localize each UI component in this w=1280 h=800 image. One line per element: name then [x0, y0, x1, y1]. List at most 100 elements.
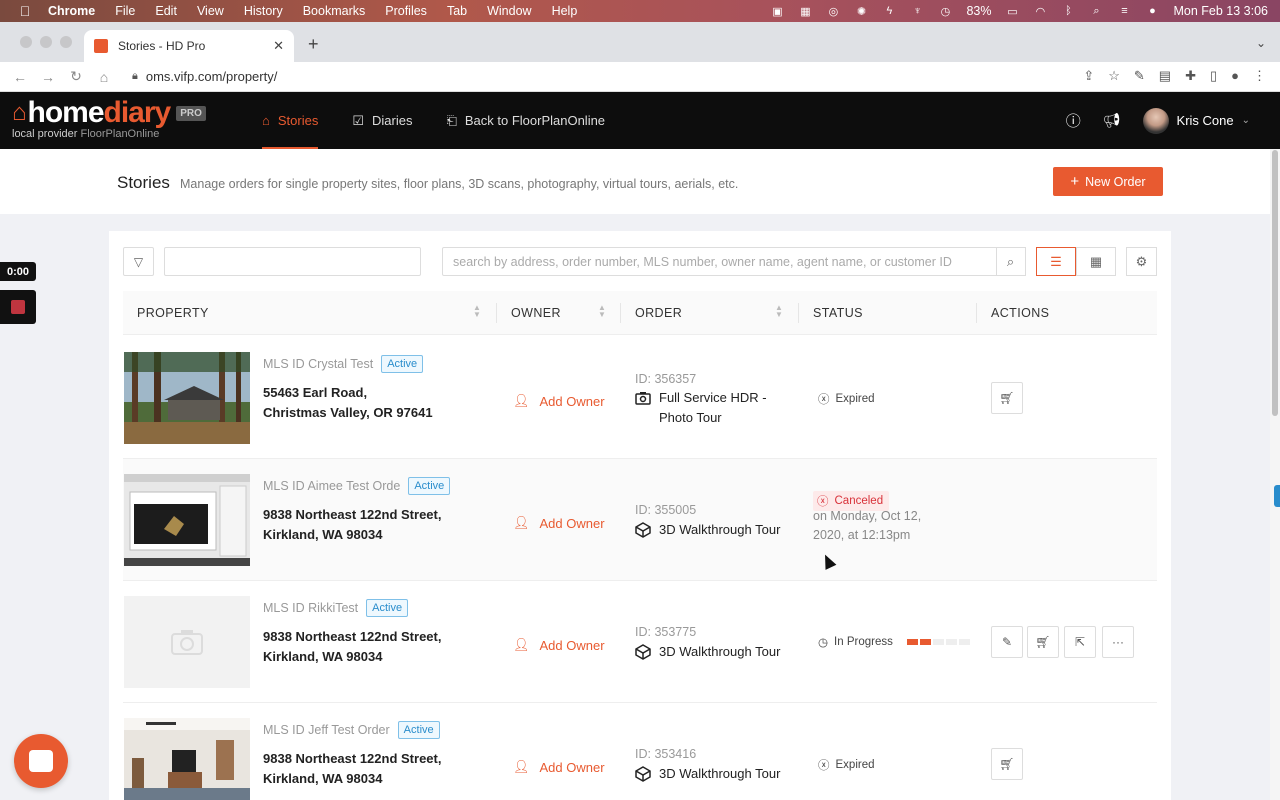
property-address[interactable]: 55463 Earl Road, Christmas Valley, OR 97… [263, 383, 433, 423]
close-tab-icon[interactable]: ✕ [273, 38, 284, 54]
url-text[interactable]: oms.vifp.com/property/ [146, 69, 278, 84]
browser-menu-icon[interactable]: ⋮ [1253, 68, 1266, 84]
order-name[interactable]: Full Service HDR - Photo Tour [635, 388, 767, 428]
menu-history[interactable]: History [244, 4, 283, 18]
add-owner-button[interactable]: 👤︎ Add Owner [513, 393, 605, 409]
search-input[interactable] [442, 247, 997, 276]
more-actions-button[interactable]: ··· [1102, 626, 1134, 658]
property-address[interactable]: 9838 Northeast 122nd Street, Kirkland, W… [263, 627, 441, 667]
header-owner[interactable]: OWNER [511, 306, 561, 320]
cart-button[interactable]: 🛒︎ [1027, 626, 1059, 658]
add-owner-button[interactable]: 👤︎ Add Owner [513, 759, 605, 775]
tab-search-chevron-icon[interactable]: ⌄ [1256, 36, 1266, 50]
property-thumbnail[interactable] [124, 352, 250, 444]
order-name[interactable]: 3D Walkthrough Tour [635, 764, 780, 784]
radio-icon[interactable]: ♆ [910, 4, 924, 18]
siri-icon[interactable]: ● [1145, 4, 1159, 18]
property-thumbnail-placeholder[interactable] [124, 596, 250, 688]
control-center-icon[interactable]: ≡ [1117, 4, 1131, 18]
bookmark-star-icon[interactable]: ☆ [1108, 68, 1120, 84]
nav-diaries[interactable]: ☑ Diaries [352, 92, 412, 149]
extensions-puzzle-icon[interactable]: ✚ [1185, 68, 1196, 84]
finder-icon[interactable]: ▣ [770, 4, 784, 18]
edit-button[interactable]: ✎ [991, 626, 1023, 658]
new-tab-icon[interactable]: + [308, 34, 319, 55]
menu-help[interactable]: Help [552, 4, 578, 18]
menubar-clock[interactable]: Mon Feb 13 3:06 [1173, 4, 1268, 18]
lock-icon[interactable]: 🔒︎ [132, 70, 138, 83]
grid-view-button[interactable]: ▦ [1076, 247, 1116, 276]
filter-button[interactable]: ▽ [123, 247, 154, 276]
table-settings-button[interactable]: ⚙ [1126, 247, 1157, 276]
help-icon[interactable]: ⓘ [1066, 110, 1081, 131]
nav-back-to-floorplanonline[interactable]: ⎗ Back to FloorPlanOnline [446, 92, 605, 149]
browser-tab-active[interactable]: Stories - HD Pro ✕ [84, 30, 294, 62]
menu-tab[interactable]: Tab [447, 4, 467, 18]
calendar-icon[interactable]: ▦ [798, 4, 812, 18]
add-owner-button[interactable]: 👤︎ Add Owner [513, 515, 605, 531]
sort-owner-icon[interactable]: ▲ ▼ [598, 304, 606, 319]
property-address[interactable]: 9838 Northeast 122nd Street, Kirkland, W… [263, 505, 441, 545]
minimize-window-button[interactable] [40, 36, 52, 48]
table-row[interactable]: MLS ID Jeff Test Order Active 9838 North… [123, 703, 1157, 800]
home-page-icon[interactable]: ⌂ [90, 69, 118, 85]
export-button[interactable]: ⇱ [1064, 626, 1096, 658]
table-row[interactable]: MLS ID Crystal Test Active 55463 Earl Ro… [123, 337, 1157, 459]
apple-icon[interactable]:  [16, 3, 34, 19]
wifi-icon[interactable]: ◠ [1033, 4, 1047, 18]
reload-icon[interactable]: ↻ [62, 68, 90, 85]
sync-icon[interactable]: ◎ [826, 4, 840, 18]
battery-icon[interactable]: ▭ [1005, 4, 1019, 18]
sort-property-icon[interactable]: ▲ ▼ [473, 304, 481, 319]
lightning-icon[interactable]: ϟ [882, 4, 896, 18]
share-icon[interactable]: ⇪ [1083, 68, 1094, 84]
filter-input[interactable] [164, 247, 421, 276]
profile-icon[interactable]: ● [1231, 68, 1239, 84]
bluetooth-icon[interactable]: ᛒ [1061, 4, 1075, 18]
search-button[interactable]: ⌕ [996, 247, 1026, 276]
user-menu[interactable]: Kris Cone ⌄ [1142, 107, 1250, 134]
status-text: Expired [835, 759, 875, 771]
nav-stories[interactable]: ⌂ Stories [262, 92, 319, 149]
homediary-logo[interactable]: ⌂ home diary PRO local provider FloorPlan… [12, 96, 206, 140]
order-name[interactable]: 3D Walkthrough Tour [635, 642, 780, 662]
close-window-button[interactable] [20, 36, 32, 48]
add-owner-button[interactable]: 👤︎ Add Owner [513, 637, 605, 653]
cart-button[interactable]: 🛒︎ [991, 382, 1023, 414]
order-name[interactable]: 3D Walkthrough Tour [635, 520, 780, 540]
menu-profiles[interactable]: Profiles [385, 4, 427, 18]
address-bar[interactable]: 🔒︎ oms.vifp.com/property/ [132, 69, 277, 84]
property-address[interactable]: 9838 Northeast 122nd Street, Kirkland, W… [263, 749, 441, 789]
extension-doc-icon[interactable]: ▤ [1159, 68, 1171, 84]
stop-recording-button[interactable] [0, 290, 36, 324]
search-icon[interactable]: ⌕ [1089, 4, 1103, 18]
back-icon[interactable]: ← [6, 69, 34, 85]
zoom-window-button[interactable] [60, 36, 72, 48]
cart-button[interactable]: 🛒︎ [991, 748, 1023, 780]
chat-launcher-button[interactable] [14, 734, 68, 788]
clock-icon[interactable]: ◷ [938, 4, 952, 18]
property-thumbnail[interactable] [124, 474, 250, 566]
page-scrollbar-thumb[interactable] [1272, 150, 1278, 416]
menu-edit[interactable]: Edit [155, 4, 177, 18]
sidebar-icon[interactable]: ▯ [1210, 68, 1217, 84]
menu-window[interactable]: Window [487, 4, 531, 18]
sort-order-icon[interactable]: ▲ ▼ [775, 304, 783, 319]
table-row[interactable]: MLS ID RikkiTest Active 9838 Northeast 1… [123, 581, 1157, 703]
menu-file[interactable]: File [115, 4, 135, 18]
side-feedback-tab[interactable] [1274, 485, 1280, 507]
header-property[interactable]: PROPERTY [137, 306, 209, 320]
menu-view[interactable]: View [197, 4, 224, 18]
list-view-button[interactable]: ☰ [1036, 247, 1076, 276]
cube-icon [635, 522, 651, 538]
extension-tool-icon[interactable]: ✎ [1134, 68, 1145, 84]
new-order-button[interactable]: + New Order [1053, 167, 1163, 196]
menu-app-name[interactable]: Chrome [48, 4, 95, 18]
brightness-icon[interactable]: ✺ [854, 4, 868, 18]
forward-icon[interactable]: → [34, 69, 62, 85]
property-thumbnail[interactable] [124, 718, 250, 800]
announcement-icon[interactable]: 📢︎ [1103, 112, 1121, 129]
menu-bookmarks[interactable]: Bookmarks [303, 4, 366, 18]
table-row[interactable]: MLS ID Aimee Test Orde Active 9838 North… [123, 459, 1157, 581]
header-order[interactable]: ORDER [635, 306, 682, 320]
